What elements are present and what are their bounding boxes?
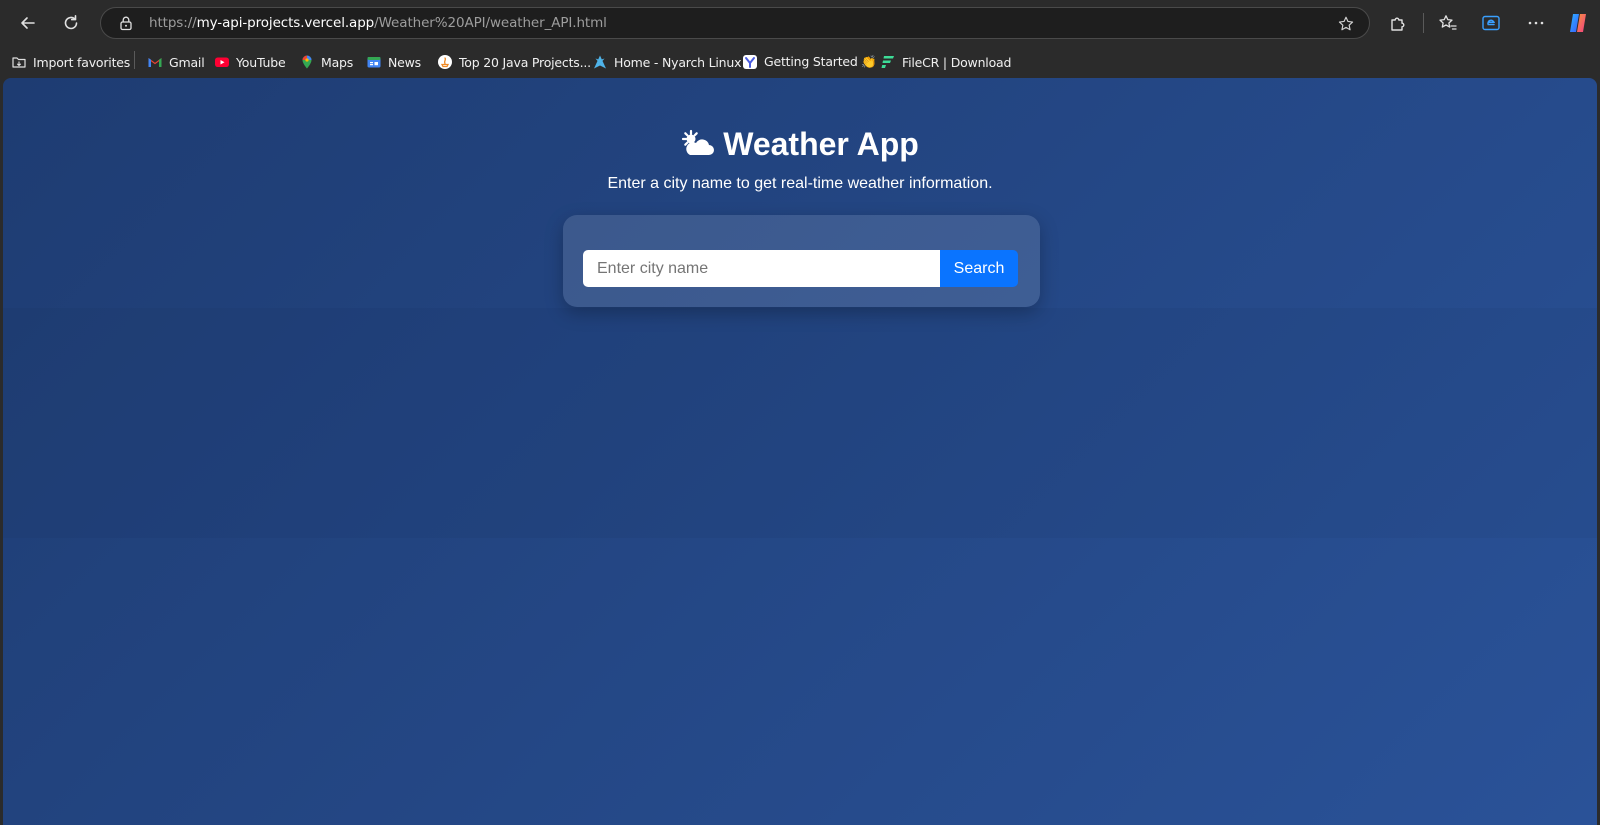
getting-started-icon: [743, 55, 757, 69]
background-band: [3, 308, 1597, 538]
nyarch-linux-icon: [594, 55, 606, 69]
search-card: Search: [563, 215, 1040, 307]
copilot-button[interactable]: [1562, 7, 1594, 39]
back-arrow-icon: [21, 17, 35, 29]
reload-icon: [64, 15, 78, 30]
extensions-button[interactable]: [1382, 7, 1414, 39]
bookmark-nyarch-linux[interactable]: Home - Nyarch Linux: [592, 50, 741, 74]
bookmark-label: FileCR | Download: [902, 54, 1012, 70]
gmail-icon: [148, 58, 162, 67]
youtube-icon: [215, 57, 229, 67]
address-bar[interactable]: https://my-api-projects.vercel.app/Weath…: [100, 7, 1370, 39]
browser-toolbar: https://my-api-projects.vercel.app/Weath…: [0, 0, 1600, 46]
city-search-input[interactable]: [583, 250, 940, 287]
toolbar-divider: [1423, 13, 1424, 33]
more-dots-icon: [1528, 21, 1544, 25]
bookmark-getting-started[interactable]: Getting Started 👏: [742, 50, 877, 74]
more-menu-button[interactable]: [1520, 7, 1552, 39]
favorites-button[interactable]: [1432, 7, 1464, 39]
back-button[interactable]: [12, 7, 44, 39]
ie-mode-button[interactable]: [1475, 7, 1507, 39]
bookmark-label: Gmail: [169, 54, 205, 70]
lock-icon[interactable]: [118, 15, 134, 31]
url-scheme: https://: [149, 15, 197, 31]
bookmark-label: Maps: [321, 54, 354, 70]
copilot-icon: [1570, 14, 1586, 32]
bookmark-youtube[interactable]: YouTube: [214, 50, 286, 74]
java-projects-icon: [438, 55, 452, 69]
reload-button[interactable]: [55, 7, 87, 39]
news-icon: [367, 57, 381, 68]
bookmark-label: Top 20 Java Projects...: [459, 54, 591, 70]
filecr-icon: [881, 56, 894, 68]
url-path: /Weather%20API/weather_API.html: [374, 15, 607, 31]
search-button[interactable]: Search: [940, 250, 1018, 287]
url-host: my-api-projects.vercel.app: [196, 15, 375, 31]
url-text: https://my-api-projects.vercel.app/Weath…: [149, 15, 607, 31]
favorite-star-icon[interactable]: [1337, 15, 1355, 33]
bookmark-filecr[interactable]: FileCR | Download: [880, 50, 1011, 74]
bookmark-label: News: [388, 54, 421, 70]
bookmark-label: YouTube: [236, 54, 286, 70]
bookmark-maps[interactable]: Maps: [299, 50, 353, 74]
bookmark-label: Home - Nyarch Linux: [614, 54, 742, 70]
bookmark-java-projects[interactable]: Top 20 Java Projects...: [437, 50, 591, 74]
bookmarks-items: Gmail YouTube Maps News Top 20 Java Proj…: [0, 46, 1600, 78]
ie-mode-icon: [1482, 15, 1500, 31]
maps-pin-icon: [302, 55, 312, 69]
page-subtitle: Enter a city name to get real-time weath…: [607, 175, 993, 192]
favorites-list-icon: [1439, 15, 1457, 30]
page-title-text: Weather App: [723, 126, 919, 162]
page-viewport: Weather App Enter a city name to get rea…: [3, 78, 1597, 825]
puzzle-icon: [1391, 17, 1405, 31]
bookmark-news[interactable]: News: [366, 50, 421, 74]
sun-behind-cloud-icon: [682, 129, 715, 155]
bookmark-gmail[interactable]: Gmail: [147, 50, 205, 74]
bookmark-label: Getting Started 👏: [764, 54, 877, 69]
page-title: Weather App: [3, 126, 1597, 163]
